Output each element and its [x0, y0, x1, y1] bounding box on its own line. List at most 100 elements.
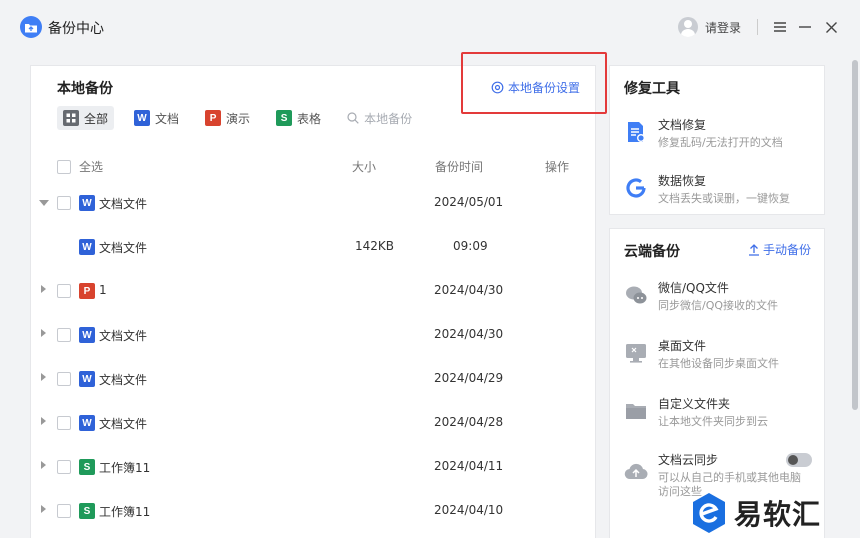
search-icon: [347, 112, 359, 124]
file-name: 文档文件: [99, 197, 148, 211]
minimize-button[interactable]: [795, 17, 815, 37]
file-name: 工作簿11: [99, 505, 151, 519]
backup-time: 2024/04/11: [434, 459, 504, 473]
data-recovery-icon: [624, 176, 648, 200]
backup-time: 2024/04/30: [434, 327, 504, 341]
word-icon: W: [79, 415, 95, 431]
search-local-backup[interactable]: 本地备份: [341, 106, 418, 130]
ppt-icon: P: [79, 283, 95, 299]
menu-icon: [774, 22, 786, 32]
word-icon: W: [134, 110, 151, 126]
table-row[interactable]: S 工作簿11 2024/04/11: [31, 445, 597, 489]
cloud-item-custom-folder[interactable]: 自定义文件夹 让本地文件夹同步到云: [610, 391, 824, 441]
item-desc: 在其他设备同步桌面文件: [658, 357, 779, 370]
expand-arrow-icon[interactable]: [41, 285, 46, 293]
item-name: 自定义文件夹: [658, 397, 731, 411]
table-row[interactable]: W 文档文件 2024/04/29: [31, 357, 597, 401]
backup-time: 2024/04/30: [434, 283, 504, 297]
chat-icon: [624, 283, 648, 307]
file-name: 工作簿11: [99, 461, 151, 475]
expand-arrow-icon[interactable]: [41, 373, 46, 381]
item-desc: 同步微信/QQ接收的文件: [658, 299, 779, 312]
tool-name: 数据恢复: [658, 174, 707, 188]
table-row[interactable]: W 文档文件 2024/04/28: [31, 401, 597, 445]
file-name: 文档文件: [99, 329, 148, 343]
table-row[interactable]: W 文档文件 142KB 09:09: [31, 225, 597, 269]
row-checkbox[interactable]: [57, 416, 71, 430]
item-desc: 让本地文件夹同步到云: [658, 415, 768, 428]
minimize-icon: [799, 26, 811, 28]
tool-desc: 修复乱码/无法打开的文档: [658, 136, 783, 149]
filter-label: 演示: [226, 111, 251, 126]
table-row[interactable]: W 文档文件 2024/05/01: [31, 181, 597, 225]
tool-doc-repair[interactable]: 文档修复 修复乱码/无法打开的文档: [610, 112, 824, 162]
title-bar: 备份中心 请登录: [0, 0, 860, 56]
collapse-arrow-icon[interactable]: [39, 200, 49, 206]
menu-button[interactable]: [770, 17, 790, 37]
watermark-logo-icon: [690, 491, 728, 535]
tool-data-recovery[interactable]: 数据恢复 文档丢失或误删，一键恢复: [610, 168, 824, 218]
doc-repair-icon: [624, 120, 648, 144]
watermark: 易软汇: [690, 488, 860, 538]
filter-label: 全部: [84, 111, 109, 126]
backup-time: 2024/04/28: [434, 415, 504, 429]
item-name: 微信/QQ文件: [658, 281, 729, 295]
table-row[interactable]: W 文档文件 2024/04/30: [31, 313, 597, 357]
filter-tab-presentation[interactable]: P 演示: [199, 106, 256, 130]
word-icon: W: [79, 371, 95, 387]
search-label: 本地备份: [364, 111, 413, 126]
close-button[interactable]: [821, 17, 841, 37]
tool-name: 文档修复: [658, 118, 707, 132]
expand-arrow-icon[interactable]: [41, 417, 46, 425]
item-name: 文档云同步: [658, 453, 719, 467]
divider: [757, 19, 758, 35]
row-checkbox[interactable]: [57, 196, 71, 210]
filter-tab-sheet[interactable]: S 表格: [270, 106, 327, 130]
col-select-all: 全选: [79, 160, 104, 174]
row-checkbox[interactable]: [57, 372, 71, 386]
watermark-text: 易软汇: [734, 498, 822, 531]
col-backup-time: 备份时间: [435, 160, 484, 174]
table-row[interactable]: S 工作簿11 2024/04/10: [31, 489, 597, 533]
cloud-backup-title: 云端备份: [624, 244, 680, 260]
sheet-icon: S: [79, 459, 95, 475]
grid-icon: [63, 110, 79, 126]
cloud-item-wechat-qq[interactable]: 微信/QQ文件 同步微信/QQ接收的文件: [610, 275, 824, 325]
file-name: 1: [99, 283, 107, 297]
sheet-icon: S: [276, 110, 293, 126]
filter-tab-doc[interactable]: W 文档: [128, 106, 185, 130]
local-backup-title: 本地备份: [57, 81, 113, 97]
select-all-checkbox[interactable]: [57, 160, 71, 174]
filter-tabs: 全部 W 文档 P 演示 S 表格 本地备份: [57, 106, 432, 130]
repair-tools-title: 修复工具: [624, 81, 680, 97]
expand-arrow-icon[interactable]: [41, 329, 46, 337]
row-checkbox[interactable]: [57, 328, 71, 342]
row-checkbox[interactable]: [57, 504, 71, 518]
scrollbar[interactable]: [852, 60, 858, 410]
manual-backup-label: 手动备份: [763, 243, 812, 257]
sheet-icon: S: [79, 503, 95, 519]
upload-icon: [749, 243, 759, 256]
col-action: 操作: [545, 160, 570, 174]
app-title: 备份中心: [48, 21, 104, 37]
expand-arrow-icon[interactable]: [41, 505, 46, 513]
manual-backup-button[interactable]: 手动备份: [748, 241, 811, 258]
expand-arrow-icon[interactable]: [41, 461, 46, 469]
backup-time: 2024/04/10: [434, 503, 504, 517]
filter-tab-all[interactable]: 全部: [57, 106, 115, 130]
highlight-box: [461, 52, 607, 114]
repair-tools-panel: 修复工具 文档修复 修复乱码/无法打开的文档 数据恢复 文档丢失或误删，一键恢复: [609, 65, 825, 215]
cloud-upload-icon: [624, 459, 648, 483]
word-icon: W: [79, 239, 95, 255]
avatar[interactable]: [678, 17, 698, 37]
file-name: 文档文件: [99, 417, 148, 431]
col-size: 大小: [352, 160, 377, 174]
doc-sync-toggle[interactable]: [786, 453, 812, 467]
table-row[interactable]: P 1 2024/04/30: [31, 269, 597, 313]
row-checkbox[interactable]: [57, 284, 71, 298]
word-icon: W: [79, 195, 95, 211]
login-link[interactable]: 请登录: [705, 19, 741, 36]
row-checkbox[interactable]: [57, 460, 71, 474]
cloud-item-desktop[interactable]: 桌面文件 在其他设备同步桌面文件: [610, 333, 824, 383]
folder-icon: [624, 399, 648, 423]
